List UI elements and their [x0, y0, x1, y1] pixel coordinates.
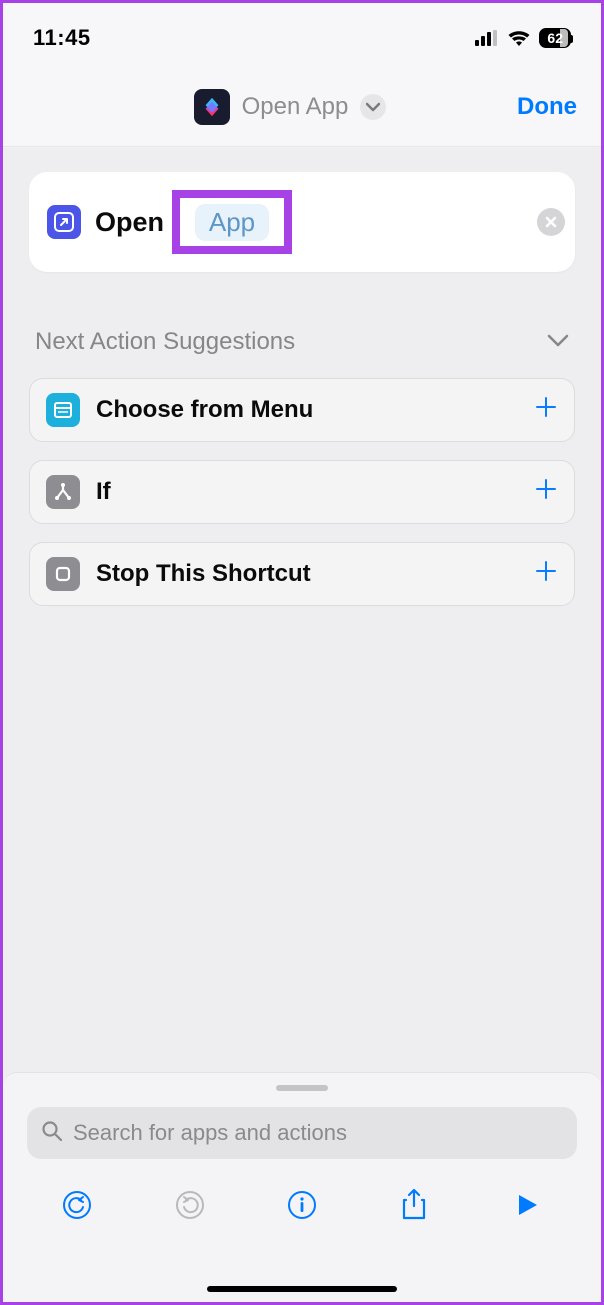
status-right: 62: [475, 28, 571, 48]
redo-button: [172, 1187, 208, 1223]
add-action-button[interactable]: [534, 475, 558, 509]
suggestion-label: Choose from Menu: [96, 396, 518, 424]
sheet-grabber[interactable]: [276, 1085, 328, 1091]
status-time: 11:45: [33, 25, 91, 51]
stop-icon: [46, 557, 80, 591]
suggestion-label: If: [96, 478, 518, 506]
suggestion-stop-shortcut[interactable]: Stop This Shortcut: [29, 542, 575, 606]
search-field[interactable]: Search for apps and actions: [27, 1107, 577, 1159]
suggestion-if[interactable]: If: [29, 460, 575, 524]
battery-icon: 62: [539, 28, 571, 48]
suggestions-title: Next Action Suggestions: [35, 328, 295, 356]
suggestions-header[interactable]: Next Action Suggestions: [29, 328, 575, 378]
header-title-group[interactable]: Open App: [194, 89, 387, 125]
info-button[interactable]: [284, 1187, 320, 1223]
wifi-icon: [507, 29, 531, 47]
suggestion-choose-from-menu[interactable]: Choose from Menu: [29, 378, 575, 442]
done-button[interactable]: Done: [517, 93, 577, 121]
open-app-action-icon: [47, 205, 81, 239]
cellular-icon: [475, 30, 499, 46]
status-bar: 11:45 62: [3, 3, 601, 67]
action-label: Open: [95, 207, 164, 238]
run-button[interactable]: [509, 1187, 545, 1223]
search-icon: [41, 1120, 63, 1147]
toolbar: [3, 1159, 601, 1223]
clear-action-button[interactable]: [537, 208, 565, 236]
undo-button[interactable]: [59, 1187, 95, 1223]
shortcuts-app-icon: [194, 89, 230, 125]
branch-icon: [46, 475, 80, 509]
chevron-down-icon: [547, 333, 569, 352]
share-button[interactable]: [396, 1187, 432, 1223]
add-action-button[interactable]: [534, 557, 558, 591]
open-app-action-card[interactable]: Open App: [29, 172, 575, 272]
add-action-button[interactable]: [534, 393, 558, 427]
header-title: Open App: [242, 93, 349, 121]
battery-level: 62: [545, 30, 565, 46]
header: Open App Done: [3, 67, 601, 147]
app-parameter-token[interactable]: App: [172, 190, 292, 254]
chevron-down-icon[interactable]: [360, 94, 386, 120]
search-placeholder: Search for apps and actions: [73, 1120, 347, 1146]
home-indicator[interactable]: [207, 1286, 397, 1292]
menu-icon: [46, 393, 80, 427]
highlight-ring: [172, 190, 292, 254]
screen: 11:45 62: [0, 0, 604, 1305]
bottom-sheet[interactable]: Search for apps and actions: [3, 1072, 601, 1302]
suggestion-label: Stop This Shortcut: [96, 560, 518, 588]
